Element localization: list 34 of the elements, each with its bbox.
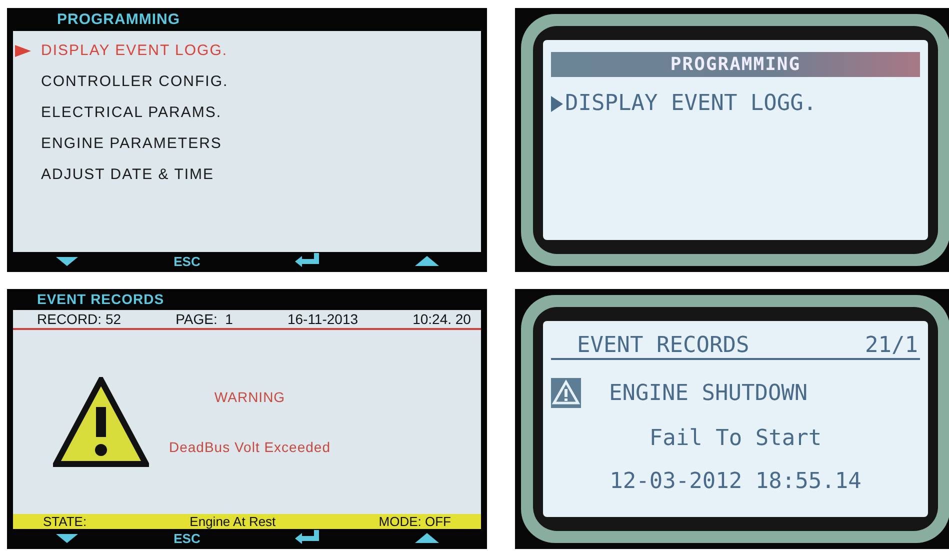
- warning-icon: [53, 377, 149, 467]
- event-heading: WARNING: [214, 389, 286, 405]
- up-arrow-icon[interactable]: [415, 256, 439, 266]
- event-timestamp: 12-03-2012 18:55.14: [608, 469, 862, 494]
- mode-value: MODE: OFF: [378, 514, 451, 529]
- record-field: PAGE: 1: [176, 311, 233, 327]
- event-message: DeadBus Volt Exceeded: [169, 439, 330, 455]
- state-label: STATE:: [43, 514, 87, 529]
- esc-key[interactable]: ESC: [174, 531, 200, 546]
- up-arrow-icon[interactable]: [415, 533, 439, 543]
- screen-title: EVENT RECORDS: [577, 333, 750, 358]
- screen-title: PROGRAMMING: [56, 10, 180, 30]
- warning-icon: [551, 378, 581, 408]
- event-message: Fail To Start: [648, 426, 823, 451]
- esc-key[interactable]: ESC: [174, 254, 200, 269]
- down-arrow-icon[interactable]: [56, 534, 78, 543]
- menu-item[interactable]: CONTROLLER CONFIG.: [13, 66, 481, 97]
- record-field: 16-11-2013: [287, 311, 358, 327]
- down-arrow-icon[interactable]: [56, 257, 78, 266]
- record-field: 10:24. 20: [412, 311, 471, 327]
- record-field: RECORD: 52: [37, 311, 122, 327]
- enter-icon[interactable]: [295, 252, 319, 266]
- menu-item[interactable]: ADJUST DATE & TIME: [13, 159, 481, 190]
- pointer-icon: [551, 96, 563, 112]
- event-heading: ENGINE SHUTDOWN: [609, 380, 808, 406]
- pointer-icon: [15, 44, 31, 56]
- record-counter: 21/1: [865, 333, 918, 358]
- screen-title: EVENT RECORDS: [36, 290, 164, 309]
- screen-title: PROGRAMMING: [551, 52, 920, 77]
- menu-item[interactable]: ELECTRICAL PARAMS.: [13, 97, 481, 128]
- enter-icon[interactable]: [295, 530, 319, 544]
- state-value: Engine At Rest: [190, 514, 276, 529]
- menu-item[interactable]: DISPLAY EVENT LOGG.: [551, 91, 920, 116]
- menu-item[interactable]: ENGINE PARAMETERS: [13, 128, 481, 159]
